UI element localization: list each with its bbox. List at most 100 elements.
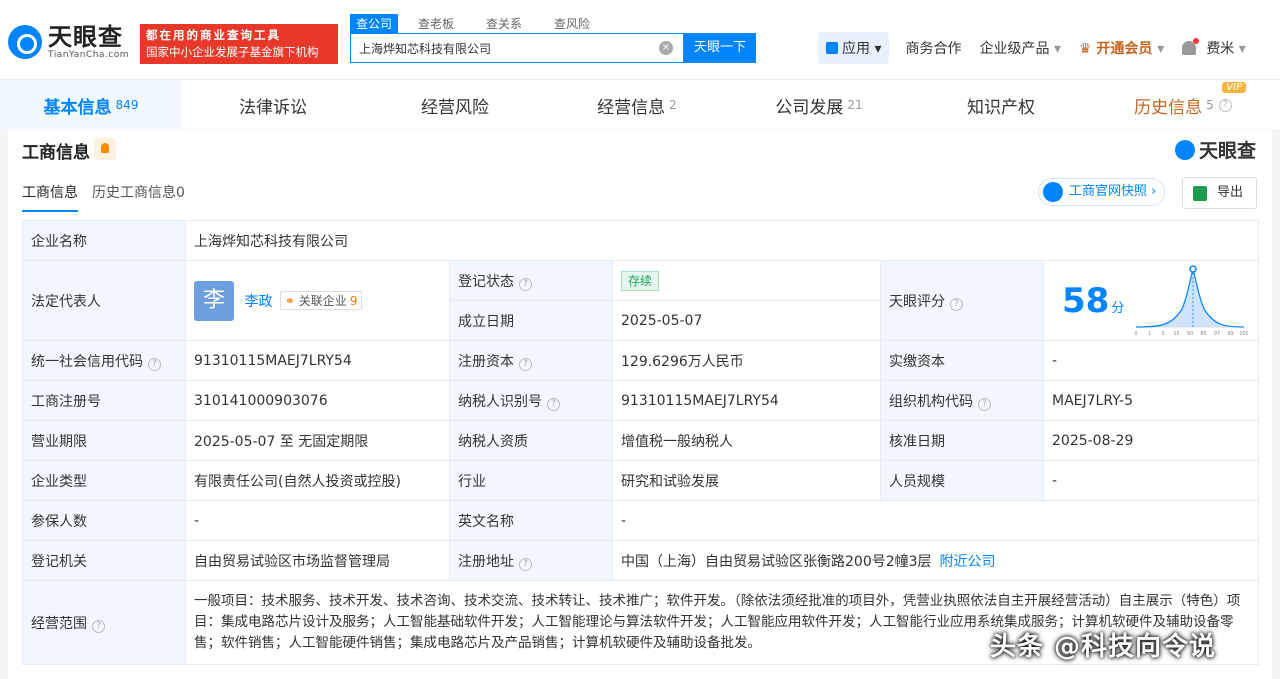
en-name-label: 英文名称 bbox=[449, 500, 613, 541]
help-icon[interactable]: ? bbox=[978, 397, 991, 411]
help-icon[interactable]: ? bbox=[519, 357, 532, 371]
related-companies-tag[interactable]: ⚭ 关联企业 9 bbox=[279, 291, 363, 310]
tab-label: 基本信息 bbox=[43, 97, 112, 118]
term-label: 营业期限 bbox=[22, 420, 186, 461]
table-row: 工商注册号 310141000903076 纳税人识别号? 91310115MA… bbox=[22, 380, 1260, 421]
vip-badge: VIP bbox=[1222, 82, 1246, 93]
term-value: 2025-05-07 至 无固定期限 bbox=[185, 420, 450, 461]
search-input-value: 上海烨知芯科技有限公司 bbox=[359, 41, 492, 56]
score-axis-tick: 50 bbox=[1187, 331, 1193, 337]
insured-value: - bbox=[185, 500, 450, 541]
table-row: 营业期限 2025-05-07 至 无固定期限 纳税人资质 增值税一般纳税人 核… bbox=[22, 420, 1260, 461]
score-axis-tick: 100 bbox=[1239, 331, 1248, 337]
score-axis-tick: 99 bbox=[1227, 331, 1233, 337]
tab-basic-info[interactable]: 基本信息 849 bbox=[0, 80, 182, 130]
score-label-text: 天眼评分 bbox=[889, 293, 945, 310]
tab-ip[interactable]: 知识产权 bbox=[910, 80, 1092, 130]
help-icon[interactable]: ? bbox=[950, 297, 963, 311]
legal-rep-name-link[interactable]: 李政 bbox=[244, 294, 272, 310]
reg-capital-value: 129.6296万人民币 bbox=[612, 340, 881, 381]
scope-label: 经营范围? bbox=[22, 580, 186, 665]
legal-rep-cell: 李 李政 ⚭ 关联企业 9 bbox=[185, 260, 450, 341]
tab-development[interactable]: 公司发展 21 bbox=[728, 80, 910, 130]
tab-legal[interactable]: 法律诉讼 bbox=[182, 80, 364, 130]
industry-value: 研究和试验发展 bbox=[612, 460, 881, 501]
logo-domain: TianYanCha.com bbox=[48, 50, 130, 60]
address-cell: 中国（上海）自由贸易试验区张衡路200号2幢3层 附近公司 bbox=[611, 540, 1260, 581]
search-button[interactable]: 天眼一下 bbox=[684, 33, 756, 63]
site-logo[interactable]: 天眼查 TianYanCha.com bbox=[8, 24, 129, 60]
subtab-business-info[interactable]: 工商信息 bbox=[22, 182, 78, 212]
official-snapshot-button[interactable]: 工商官网快照 › bbox=[1038, 178, 1166, 206]
tab-business-info[interactable]: 经营信息 2 bbox=[546, 80, 728, 130]
score-distribution-chart: 0 1 3 15 50 85 97 99 100 bbox=[1134, 265, 1248, 337]
section-title: 工商信息 bbox=[22, 143, 90, 163]
found-date-label: 成立日期 bbox=[449, 300, 613, 341]
search-tab-boss[interactable]: 查老板 bbox=[412, 14, 460, 33]
open-vip-label: 开通会员 bbox=[1096, 41, 1153, 57]
subtab-history-business-info[interactable]: 历史工商信息0 bbox=[92, 182, 185, 212]
tax-id-label: 纳税人识别号? bbox=[449, 380, 613, 421]
user-menu[interactable]: 费米 ▾ bbox=[1206, 38, 1245, 58]
tab-count: 21 bbox=[847, 98, 863, 112]
score-cell[interactable]: 58 分 0 1 3 15 50 85 97 99 100 bbox=[1042, 260, 1260, 341]
app-menu-button[interactable]: 应用 ▾ bbox=[818, 32, 890, 64]
crown-icon: ♛ bbox=[1078, 41, 1092, 57]
help-icon[interactable]: ? bbox=[1218, 98, 1232, 112]
score-axis-tick: 1 bbox=[1148, 331, 1151, 337]
score-axis-tick: 85 bbox=[1200, 331, 1206, 337]
table-row: 统一社会信用代码? 91310115MAEJ7LRY54 注册资本? 129.6… bbox=[22, 340, 1260, 381]
help-icon[interactable]: ? bbox=[519, 277, 532, 291]
search-tab-risk[interactable]: 查风险 bbox=[548, 14, 596, 33]
tax-id-value: 91310115MAEJ7LRY54 bbox=[612, 380, 881, 421]
authority-value: 自由贸易试验区市场监督管理局 bbox=[185, 540, 450, 581]
help-icon[interactable]: ? bbox=[519, 557, 532, 571]
tab-label: 经营风险 bbox=[421, 97, 489, 118]
reg-capital-label: 注册资本? bbox=[449, 340, 613, 381]
staff-label: 人员规模 bbox=[880, 460, 1044, 501]
help-icon[interactable]: ? bbox=[148, 357, 161, 371]
top-nav: 应用 ▾ 商务合作 企业级产品 ▾ ♛ 开通会员 ▾ 费米 ▾ bbox=[818, 32, 1264, 64]
org-code-value: MAEJ7LRY-5 bbox=[1042, 380, 1260, 421]
authority-label: 登记机关 bbox=[22, 540, 186, 581]
org-code-label: 组织机构代码? bbox=[880, 380, 1044, 421]
table-row: 企业名称 上海烨知芯科技有限公司 bbox=[22, 220, 1260, 261]
clear-icon[interactable]: × bbox=[659, 41, 673, 55]
tab-risk[interactable]: 经营风险 bbox=[364, 80, 546, 130]
help-icon[interactable]: ? bbox=[547, 397, 560, 411]
app-menu-label: 应用 bbox=[842, 41, 870, 57]
slogan-line2: 国家中小企业发展子基金旗下机构 bbox=[146, 45, 319, 59]
tax-quali-label: 纳税人资质 bbox=[449, 420, 613, 461]
staff-value: - bbox=[1042, 460, 1260, 501]
tax-id-label-text: 纳税人识别号 bbox=[458, 393, 542, 410]
subscribe-bell-icon[interactable] bbox=[94, 138, 116, 160]
enterprise-products-menu[interactable]: 企业级产品 ▾ bbox=[979, 38, 1060, 58]
credit-code-value: 91310115MAEJ7LRY54 bbox=[185, 340, 450, 381]
reg-no-value: 310141000903076 bbox=[185, 380, 450, 421]
logo-eye-icon bbox=[8, 25, 42, 59]
help-icon[interactable]: ? bbox=[92, 619, 105, 633]
company-name-value: 上海烨知芯科技有限公司 bbox=[184, 220, 1260, 261]
nearby-companies-link[interactable]: 附近公司 bbox=[940, 554, 996, 570]
brand-text: 天眼查 bbox=[1198, 140, 1256, 162]
notification-bell-icon[interactable] bbox=[1182, 38, 1200, 55]
score-label: 天眼评分? bbox=[880, 260, 1044, 341]
search-input[interactable]: 上海烨知芯科技有限公司 × bbox=[350, 33, 684, 63]
tab-count: 849 bbox=[115, 98, 139, 112]
legal-rep-label: 法定代表人 bbox=[22, 260, 186, 341]
en-name-value: - bbox=[611, 500, 1260, 541]
open-vip-button[interactable]: ♛ 开通会员 ▾ bbox=[1079, 38, 1164, 58]
search-tab-company[interactable]: 查公司 bbox=[350, 14, 399, 33]
export-button[interactable]: 导出 bbox=[1182, 177, 1257, 209]
business-cooperation-link[interactable]: 商务合作 bbox=[905, 38, 961, 58]
tab-history[interactable]: 历史信息 5? VIP bbox=[1092, 80, 1274, 130]
slogan-banner[interactable]: 都在用的商业查询工具 国家中小企业发展子基金旗下机构 bbox=[140, 24, 338, 64]
approve-date-value: 2025-08-29 bbox=[1042, 420, 1260, 461]
section-subtabs: 工商信息 历史工商信息0 bbox=[22, 182, 199, 212]
search-tab-relation[interactable]: 查关系 bbox=[480, 14, 528, 33]
search-type-tabs: 查公司 查老板 查关系 查风险 bbox=[350, 14, 616, 33]
org-code-label-text: 组织机构代码 bbox=[889, 393, 973, 410]
user-name: 费米 bbox=[1206, 41, 1235, 57]
avatar[interactable]: 李 bbox=[194, 280, 234, 321]
table-row: 参保人数 - 英文名称 - bbox=[22, 500, 1260, 541]
